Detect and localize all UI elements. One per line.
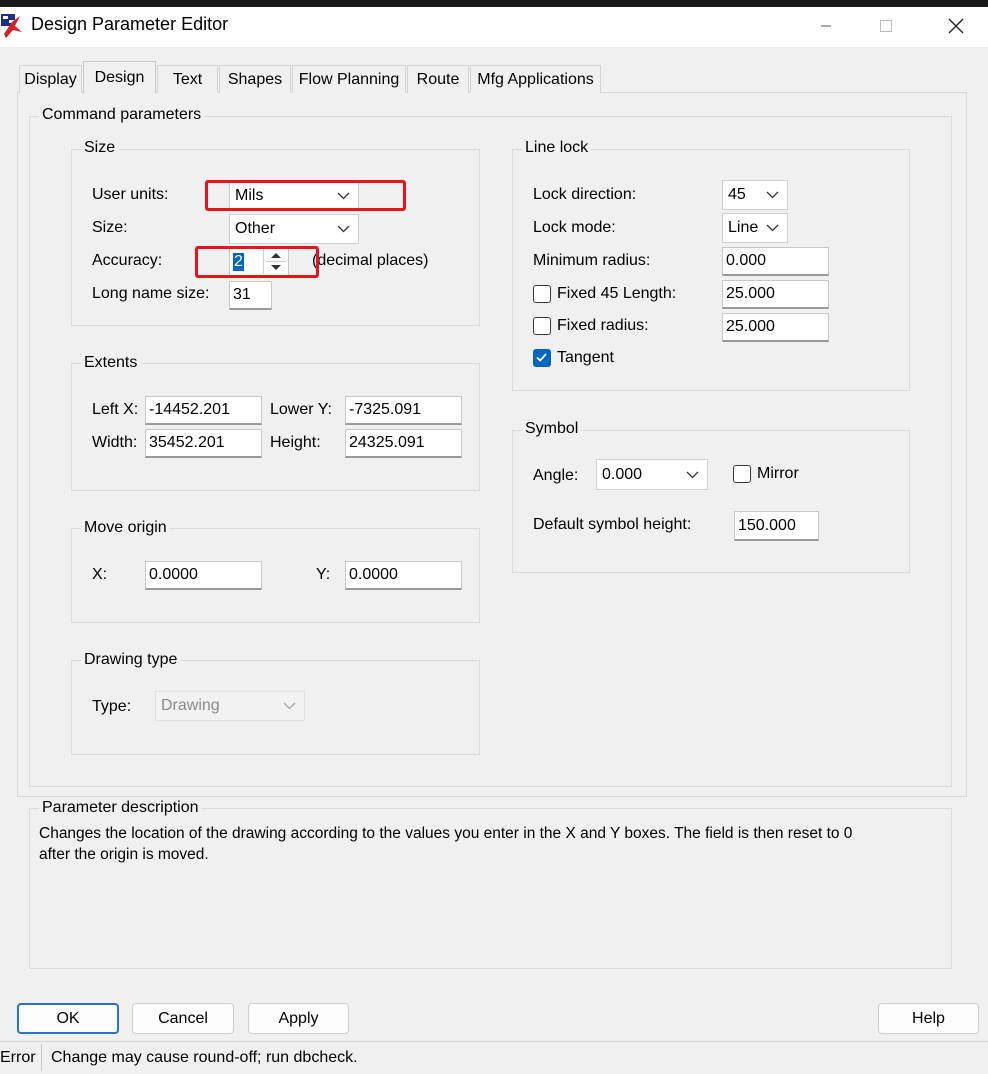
long-name-size-label: Long name size: bbox=[92, 285, 210, 302]
lower-y-label: Lower Y: bbox=[270, 401, 332, 418]
tangent-label: Tangent bbox=[557, 349, 614, 366]
command-parameters-legend: Command parameters bbox=[39, 106, 205, 124]
parameter-description-line1: Changes the location of the drawing acco… bbox=[39, 825, 853, 842]
tab-shapes[interactable]: Shapes bbox=[219, 65, 291, 93]
user-units-value: Mils bbox=[235, 187, 264, 204]
origin-x-label: X: bbox=[92, 566, 108, 583]
maximize-button[interactable] bbox=[856, 7, 916, 45]
fixed-radius-label: Fixed radius: bbox=[557, 317, 649, 334]
lock-direction-value: 45 bbox=[728, 186, 746, 203]
default-symbol-height-input[interactable]: 150.000 bbox=[734, 511, 819, 541]
tab-route[interactable]: Route bbox=[407, 65, 469, 93]
fixed-45-length-checkbox[interactable] bbox=[533, 285, 551, 303]
origin-x-input[interactable]: 0.0000 bbox=[145, 561, 262, 590]
window-title: Design Parameter Editor bbox=[31, 14, 229, 34]
user-units-select[interactable]: Mils bbox=[229, 181, 359, 211]
height-label: Height: bbox=[270, 434, 321, 451]
chevron-down-icon bbox=[337, 225, 350, 233]
help-button[interactable]: Help bbox=[878, 1003, 979, 1034]
default-symbol-height-label: Default symbol height: bbox=[533, 516, 692, 533]
close-button[interactable] bbox=[926, 7, 986, 45]
status-label: Error bbox=[0, 1049, 36, 1066]
app-icon bbox=[0, 12, 24, 38]
extents-group bbox=[71, 363, 480, 491]
tab-mfg-applications[interactable]: Mfg Applications bbox=[470, 65, 601, 93]
lock-mode-value: Line bbox=[728, 219, 759, 236]
line-lock-legend: Line lock bbox=[522, 139, 592, 157]
type-label: Type: bbox=[92, 698, 132, 715]
accuracy-label: Accuracy: bbox=[92, 252, 163, 269]
symbol-legend: Symbol bbox=[522, 420, 582, 438]
minimum-radius-label: Minimum radius: bbox=[533, 252, 651, 269]
lock-mode-label: Lock mode: bbox=[533, 219, 616, 236]
ok-button[interactable]: OK bbox=[17, 1003, 119, 1034]
chevron-down-icon bbox=[283, 702, 296, 710]
parameter-description-legend: Parameter description bbox=[39, 799, 202, 817]
size-label: Size: bbox=[92, 219, 128, 236]
lock-direction-label: Lock direction: bbox=[533, 186, 637, 203]
fixed-radius-input[interactable]: 25.000 bbox=[722, 313, 829, 342]
long-name-size-input[interactable]: 31 bbox=[229, 281, 272, 310]
extents-legend: Extents bbox=[81, 354, 141, 372]
minimum-radius-input[interactable]: 0.000 bbox=[722, 247, 829, 276]
drawing-type-value: Drawing bbox=[161, 697, 220, 714]
symbol-group bbox=[512, 430, 910, 573]
size-legend: Size bbox=[81, 139, 119, 157]
angle-select[interactable]: 0.000 bbox=[596, 459, 708, 490]
cancel-button[interactable]: Cancel bbox=[132, 1003, 234, 1034]
mirror-label: Mirror bbox=[757, 465, 799, 482]
chevron-down-icon bbox=[766, 224, 779, 232]
maximize-icon bbox=[880, 20, 892, 32]
spin-up-icon[interactable] bbox=[271, 253, 281, 258]
minimize-button[interactable] bbox=[796, 7, 856, 45]
chevron-down-icon bbox=[766, 191, 779, 199]
size-select[interactable]: Other bbox=[229, 214, 359, 244]
parameter-description-line2: after the origin is moved. bbox=[39, 846, 209, 863]
origin-y-input[interactable]: 0.0000 bbox=[345, 561, 462, 590]
chevron-down-icon bbox=[686, 471, 699, 478]
accuracy-suffix: (decimal places) bbox=[312, 252, 429, 269]
lock-direction-select[interactable]: 45 bbox=[722, 180, 788, 210]
drawing-type-legend: Drawing type bbox=[81, 651, 181, 669]
screen-top-edge bbox=[0, 0, 988, 7]
close-icon bbox=[948, 18, 964, 34]
left-x-label: Left X: bbox=[92, 401, 139, 418]
width-input[interactable]: 35452.201 bbox=[145, 429, 262, 458]
lock-mode-select[interactable]: Line bbox=[722, 213, 788, 243]
status-message: Change may cause round-off; run dbcheck. bbox=[51, 1049, 358, 1066]
user-units-label: User units: bbox=[92, 186, 169, 203]
minimize-icon bbox=[821, 25, 831, 27]
tab-display[interactable]: Display bbox=[19, 65, 82, 93]
width-label: Width: bbox=[92, 434, 138, 451]
tab-text[interactable]: Text bbox=[157, 65, 218, 93]
tab-design[interactable]: Design bbox=[83, 61, 156, 94]
size-value: Other bbox=[235, 220, 276, 237]
move-origin-legend: Move origin bbox=[81, 519, 170, 537]
accuracy-value: 2 bbox=[233, 252, 244, 271]
fixed-45-length-label: Fixed 45 Length: bbox=[557, 285, 677, 302]
tab-flow-planning[interactable]: Flow Planning bbox=[292, 65, 406, 93]
apply-button[interactable]: Apply bbox=[248, 1003, 349, 1034]
accuracy-spinner[interactable] bbox=[263, 249, 287, 274]
status-divider bbox=[41, 1044, 42, 1071]
origin-y-label: Y: bbox=[316, 566, 331, 583]
mirror-checkbox[interactable] bbox=[733, 465, 751, 483]
fixed-radius-checkbox[interactable] bbox=[533, 317, 551, 335]
angle-label: Angle: bbox=[533, 467, 579, 484]
height-input[interactable]: 24325.091 bbox=[345, 429, 462, 458]
checkmark-icon bbox=[536, 353, 547, 362]
left-x-input[interactable]: -14452.201 bbox=[145, 396, 262, 425]
lower-y-input[interactable]: -7325.091 bbox=[345, 396, 462, 425]
spin-down-icon[interactable] bbox=[271, 265, 281, 270]
fixed-45-length-input[interactable]: 25.000 bbox=[722, 280, 829, 309]
chevron-down-icon bbox=[337, 192, 350, 200]
tangent-checkbox[interactable] bbox=[533, 349, 551, 367]
drawing-type-select: Drawing bbox=[155, 691, 305, 721]
angle-value: 0.000 bbox=[602, 465, 643, 483]
